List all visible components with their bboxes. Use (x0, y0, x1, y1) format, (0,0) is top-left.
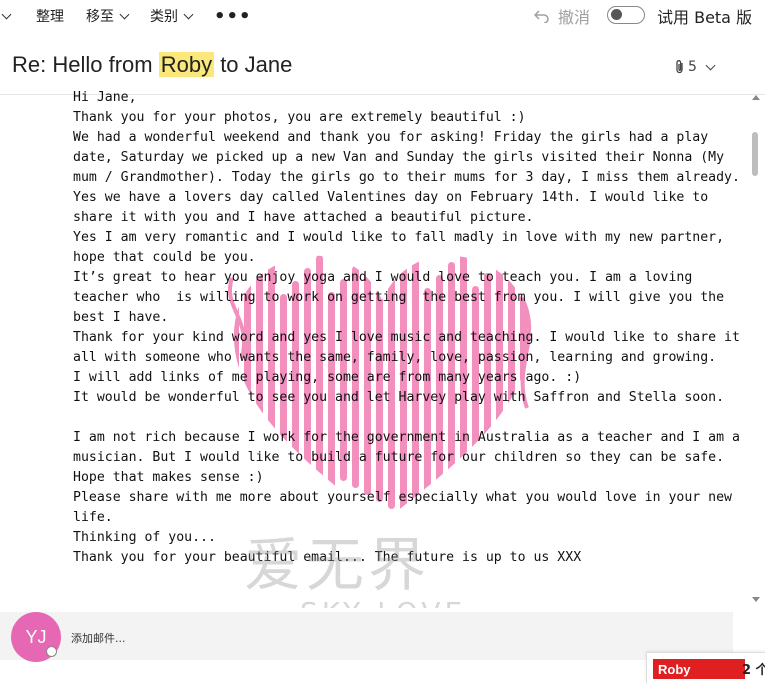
body-paragraph: Yes I am very romantic and I would like … (73, 230, 732, 265)
move-to-button[interactable]: 移至 (86, 0, 130, 32)
category-button[interactable]: 类别 (150, 0, 194, 32)
undo-icon (534, 10, 549, 23)
message-header: Re: Hello from Roby to Jane 5 (0, 40, 765, 95)
more-options-button[interactable]: ••• (214, 0, 252, 32)
category-tag[interactable]: Roby (653, 659, 745, 679)
body-paragraph: Thank for your kind word and yes I love … (73, 330, 748, 365)
attachments-button[interactable]: 5 (675, 59, 716, 75)
toolbar-overflow-chevron[interactable] (0, 0, 16, 32)
move-to-label: 移至 (86, 9, 114, 25)
scroll-up-icon[interactable] (752, 95, 760, 100)
body-paragraph: I am not rich because I work for the gov… (73, 430, 748, 485)
tag-count: 2 个 (742, 663, 765, 678)
body-paragraph: Please share with me more about yourself… (73, 490, 740, 525)
subject-highlight: Roby (158, 52, 215, 77)
scroll-down-icon[interactable] (752, 597, 760, 602)
chevron-down-icon (705, 60, 716, 70)
undo-button[interactable]: 撤消 (534, 0, 590, 32)
body-paragraph: It’s great to hear you enjoy yoga and I … (73, 270, 732, 325)
attachment-count: 5 (688, 59, 697, 75)
presence-status-icon (46, 646, 57, 657)
chevron-down-icon (183, 9, 194, 19)
message-subject: Re: Hello from Roby to Jane (12, 52, 292, 78)
body-paragraph: Hi Jane, (73, 90, 137, 105)
beta-label: 试用 Beta 版 (657, 8, 753, 27)
undo-label: 撤消 (558, 8, 591, 27)
beta-toggle[interactable] (607, 6, 645, 24)
paperclip-icon (676, 60, 683, 74)
body-paragraph: Thank you for your photos, you are extre… (73, 110, 526, 125)
scroll-thumb[interactable] (752, 132, 758, 176)
message-body: Hi Jane, Thank you for your photos, you a… (0, 88, 748, 608)
body-paragraph: Thank you for your beautiful email... Th… (73, 550, 582, 565)
organize-button[interactable]: 整理 (36, 0, 64, 32)
watermark-logo-sub: SKY LOVE (300, 596, 466, 608)
body-paragraph: Yes we have a lovers day called Valentin… (73, 190, 717, 225)
body-paragraph (73, 408, 741, 428)
body-paragraph: I will add links of me playing, some are… (73, 370, 582, 385)
subject-prefix: Re: Hello from (12, 52, 159, 77)
body-paragraph: We had a wonderful weekend and thank you… (73, 130, 740, 185)
toggle-knob (611, 9, 622, 20)
body-paragraph: Thinking of you... (73, 530, 216, 545)
chevron-down-icon (119, 9, 130, 19)
category-label: 类别 (150, 9, 178, 25)
message-scrollbar[interactable] (749, 92, 763, 606)
message-text: Hi Jane, Thank you for your photos, you a… (73, 88, 741, 568)
organize-label: 整理 (36, 9, 64, 25)
body-paragraph: It would be wonderful to see you and let… (73, 390, 725, 405)
subject-suffix: to Jane (214, 52, 293, 77)
command-toolbar: 整理 移至 类别 ••• (0, 0, 765, 32)
chevron-down-icon (1, 9, 12, 19)
tag-summary: Roby 2 个 (646, 652, 765, 683)
add-mail-prompt[interactable]: 添加邮件... (71, 630, 126, 646)
